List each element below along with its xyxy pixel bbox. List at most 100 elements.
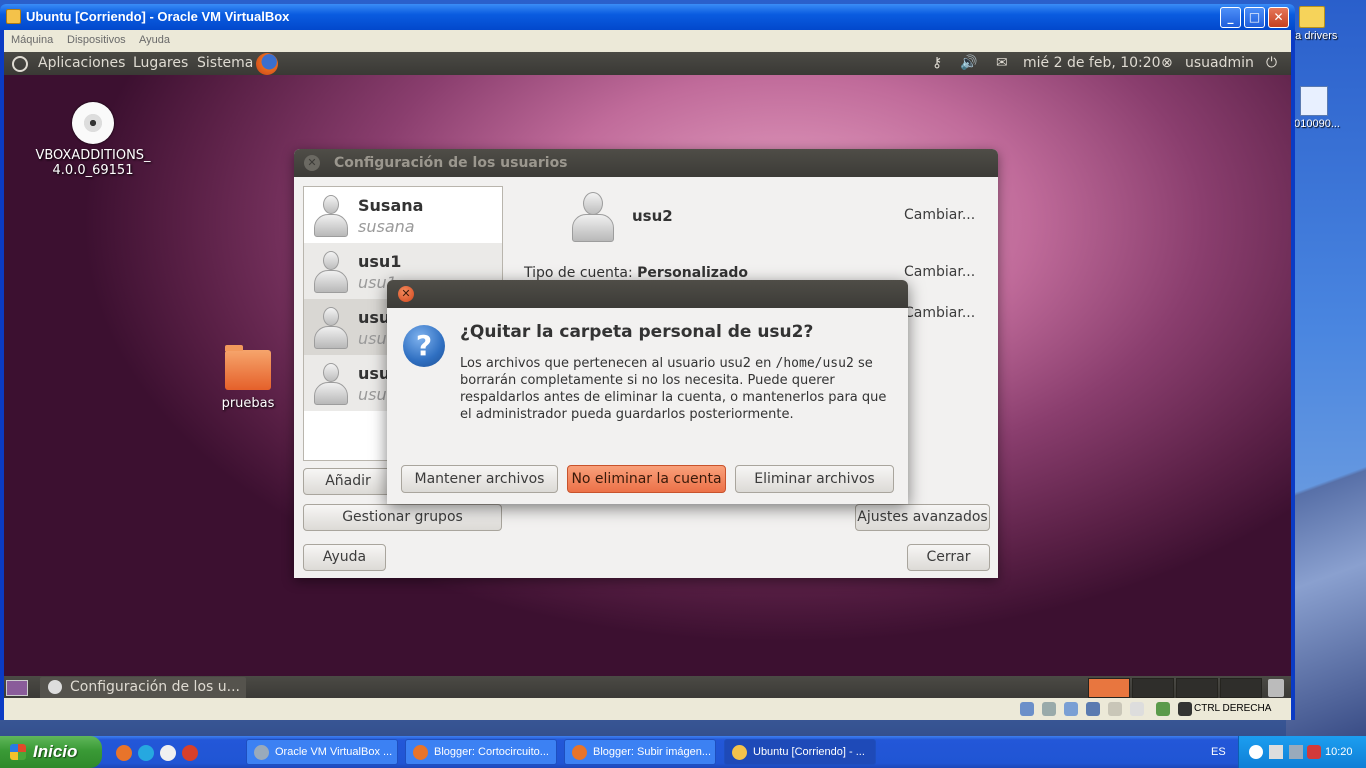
menu-ayuda[interactable]: Ayuda bbox=[139, 34, 170, 46]
user-login: usu bbox=[358, 329, 387, 348]
account-type: Tipo de cuenta: Personalizado bbox=[524, 265, 748, 281]
trash-icon[interactable] bbox=[1268, 679, 1284, 697]
user-avatar-icon bbox=[314, 195, 348, 237]
network-icon[interactable] bbox=[1086, 702, 1100, 716]
account-type-label: Tipo de cuenta: bbox=[524, 265, 633, 281]
display-icon[interactable] bbox=[1130, 702, 1144, 716]
firefox-icon[interactable] bbox=[256, 53, 278, 75]
user-name[interactable]: usuadmin bbox=[1185, 55, 1254, 71]
workspace-3[interactable] bbox=[1176, 678, 1218, 698]
dialog-title: Configuración de los usuarios bbox=[334, 155, 568, 171]
taskbar-button-blogger-1[interactable]: Blogger: Cortocircuito... bbox=[405, 739, 557, 765]
users-icon bbox=[48, 680, 62, 694]
document-icon bbox=[1300, 86, 1328, 116]
virtualization-icon[interactable] bbox=[1156, 702, 1170, 716]
tray-arrow-icon[interactable] bbox=[1249, 745, 1263, 759]
taskbar-button-blogger-2[interactable]: Blogger: Subir imágen... bbox=[564, 739, 716, 765]
workspace-4[interactable] bbox=[1220, 678, 1262, 698]
firefox-icon[interactable] bbox=[116, 745, 132, 761]
menu-maquina[interactable]: Máquina bbox=[11, 34, 53, 46]
hard-disk-icon[interactable] bbox=[1020, 702, 1034, 716]
mail-icon[interactable]: ✉ bbox=[996, 55, 1008, 71]
show-desktop-icon[interactable] bbox=[6, 680, 28, 696]
user-switch-icon[interactable]: ⊗ bbox=[1161, 55, 1173, 71]
optical-drive-icon[interactable] bbox=[1042, 702, 1056, 716]
ubuntu-logo-icon bbox=[12, 56, 28, 72]
dialog-titlebar[interactable]: ✕ bbox=[387, 280, 908, 308]
power-icon[interactable]: ⏻ bbox=[1266, 55, 1277, 71]
user-login: susana bbox=[358, 217, 415, 236]
tray-app-icon[interactable] bbox=[1269, 745, 1283, 759]
account-type-value: Personalizado bbox=[637, 265, 749, 281]
windows-taskbar: Inicio Oracle VM VirtualBox ... Blogger:… bbox=[0, 736, 1366, 768]
taskbar-button-virtualbox[interactable]: Oracle VM VirtualBox ... bbox=[246, 739, 398, 765]
ubuntu-top-panel: Aplicaciones Lugares Sistema ⚷ 🔊 ✉ mié 2… bbox=[4, 52, 1291, 75]
volume-icon[interactable]: 🔊 bbox=[960, 55, 977, 71]
windows-logo-icon bbox=[10, 744, 26, 760]
advanced-settings-button[interactable]: Ajustes avanzados bbox=[855, 504, 990, 531]
workspace-2[interactable] bbox=[1132, 678, 1174, 698]
remove-home-confirm-dialog: ✕ ? ¿Quitar la carpeta personal de usu2?… bbox=[387, 280, 908, 504]
close-button[interactable]: Cerrar bbox=[907, 544, 990, 571]
selected-user-name: usu2 bbox=[632, 207, 673, 225]
menu-aplicaciones[interactable]: Aplicaciones bbox=[38, 55, 125, 71]
add-user-button[interactable]: Añadir bbox=[303, 468, 393, 495]
menu-lugares[interactable]: Lugares bbox=[133, 55, 188, 71]
ubuntu-bottom-panel: Configuración de los u... bbox=[4, 676, 1291, 700]
change-password-button[interactable]: Cambiar... bbox=[904, 305, 975, 321]
virtualbox-titlebar[interactable]: Ubuntu [Corriendo] - Oracle VM VirtualBo… bbox=[0, 4, 1295, 30]
virtualbox-window: Ubuntu [Corriendo] - Oracle VM VirtualBo… bbox=[0, 4, 1295, 720]
taskbar-item-label: Configuración de los u... bbox=[70, 679, 240, 695]
window-title: Ubuntu [Corriendo] - Oracle VM VirtualBo… bbox=[26, 9, 290, 24]
desktop-icon-pruebas[interactable]: pruebas bbox=[208, 345, 288, 411]
taskbar-item-users-settings[interactable]: Configuración de los u... bbox=[40, 677, 246, 699]
firefox-icon bbox=[413, 745, 428, 760]
firefox-icon bbox=[572, 745, 587, 760]
change-name-button[interactable]: Cambiar... bbox=[904, 207, 975, 223]
guest-screen[interactable]: Aplicaciones Lugares Sistema ⚷ 🔊 ✉ mié 2… bbox=[4, 52, 1291, 700]
quicklaunch-app-icon[interactable] bbox=[182, 745, 198, 761]
cd-icon bbox=[72, 102, 114, 144]
close-icon[interactable]: ✕ bbox=[304, 155, 320, 171]
shared-folders-icon[interactable] bbox=[1108, 702, 1122, 716]
menu-dispositivos[interactable]: Dispositivos bbox=[67, 34, 126, 46]
cancel-delete-button[interactable]: No eliminar la cuenta bbox=[567, 465, 726, 493]
user-name: usu1 bbox=[358, 252, 402, 271]
question-icon: ? bbox=[403, 325, 445, 367]
user-avatar-icon bbox=[314, 363, 348, 405]
user-name: usu bbox=[358, 308, 391, 327]
taskbar-button-ubuntu[interactable]: Ubuntu [Corriendo] - ... bbox=[724, 739, 876, 765]
keep-files-button[interactable]: Mantener archivos bbox=[401, 465, 558, 493]
skype-icon[interactable] bbox=[138, 745, 154, 761]
confirm-message: Los archivos que pertenecen al usuario u… bbox=[460, 355, 890, 423]
usb-icon[interactable] bbox=[1064, 702, 1078, 716]
delete-files-button[interactable]: Eliminar archivos bbox=[735, 465, 894, 493]
close-icon[interactable]: ✕ bbox=[398, 286, 414, 302]
wallpaper-mountain bbox=[1286, 380, 1366, 736]
workspace-1[interactable] bbox=[1088, 678, 1130, 698]
user-avatar-icon bbox=[314, 251, 348, 293]
manage-groups-button[interactable]: Gestionar grupos bbox=[303, 504, 502, 531]
tray-clock[interactable]: 10:20 bbox=[1325, 746, 1353, 758]
mouse-capture-icon[interactable] bbox=[1178, 702, 1192, 716]
menu-sistema[interactable]: Sistema bbox=[197, 55, 253, 71]
help-button[interactable]: Ayuda bbox=[303, 544, 386, 571]
virtualbox-statusbar: CTRL DERECHA bbox=[4, 698, 1291, 720]
virtualbox-logo-icon bbox=[6, 9, 21, 24]
desktop-icon-vboxadditions[interactable]: VBOXADDITIONS_ 4.0.0_69151 bbox=[26, 102, 160, 178]
tray-network-icon[interactable] bbox=[1289, 745, 1303, 759]
minimize-button[interactable]: _ bbox=[1220, 7, 1241, 28]
change-account-type-button[interactable]: Cambiar... bbox=[904, 264, 975, 280]
language-indicator[interactable]: ES bbox=[1211, 746, 1226, 758]
keyring-icon[interactable]: ⚷ bbox=[932, 55, 942, 71]
clock[interactable]: mié 2 de feb, 10:20 bbox=[1023, 55, 1161, 71]
security-shield-icon[interactable] bbox=[1307, 745, 1321, 759]
dialog-titlebar[interactable]: ✕ Configuración de los usuarios bbox=[294, 149, 998, 177]
user-row-susana[interactable]: Susana susana bbox=[304, 187, 502, 243]
taskbar-button-label: Blogger: Subir imágen... bbox=[593, 746, 712, 758]
close-button[interactable]: ✕ bbox=[1268, 7, 1289, 28]
maximize-button[interactable]: □ bbox=[1244, 7, 1265, 28]
taskbar-button-label: Ubuntu [Corriendo] - ... bbox=[753, 746, 865, 758]
start-button[interactable]: Inicio bbox=[0, 736, 102, 768]
home-icon[interactable] bbox=[160, 745, 176, 761]
